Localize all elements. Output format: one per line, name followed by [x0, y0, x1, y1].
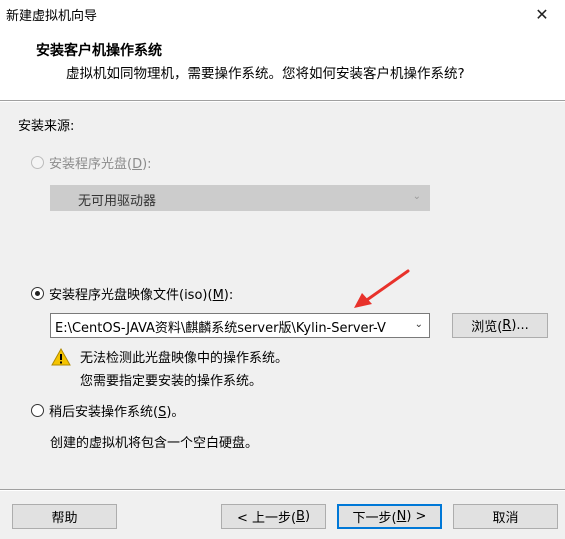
- chevron-down-icon: ⌄: [412, 191, 421, 202]
- page-subtitle: 虚拟机如同物理机，需要操作系统。您将如何安装客户机操作系统?: [66, 66, 465, 82]
- window-title: 新建虚拟机向导: [6, 9, 98, 24]
- install-source-label: 安装来源:: [18, 119, 75, 134]
- help-button[interactable]: 帮助: [12, 504, 117, 529]
- annotation-arrow-icon: [354, 269, 410, 308]
- page-title: 安装客户机操作系统: [36, 43, 162, 59]
- disc-radio[interactable]: [31, 156, 44, 169]
- later-option[interactable]: 稍后安装操作系统(S)。: [31, 401, 184, 420]
- later-radio[interactable]: [31, 404, 44, 417]
- wizard-header: 安装客户机操作系统 虚拟机如同物理机，需要操作系统。您将如何安装客户机操作系统?: [0, 28, 565, 100]
- iso-radio[interactable]: [31, 287, 44, 300]
- cancel-button[interactable]: 取消: [453, 504, 558, 529]
- disc-option[interactable]: 安装程序光盘(D):: [31, 153, 152, 172]
- iso-option-label: 安装程序光盘映像文件(iso)(M):: [49, 288, 234, 303]
- close-icon[interactable]: ✕: [519, 0, 565, 28]
- disc-option-label: 安装程序光盘(D):: [49, 157, 152, 172]
- chevron-down-icon[interactable]: ⌄: [415, 319, 423, 330]
- later-option-label: 稍后安装操作系统(S)。: [49, 405, 185, 420]
- iso-path-combo[interactable]: E:\CentOS-JAVA资料\麒麟系统server版\Kylin-Serve…: [50, 313, 430, 338]
- title-bar: 新建虚拟机向导 ✕: [0, 0, 565, 28]
- next-button[interactable]: 下一步(N) >: [337, 504, 442, 529]
- warning-line-1: 无法检测此光盘映像中的操作系统。: [80, 351, 289, 366]
- warning-icon: [51, 348, 71, 366]
- wizard-content: 安装来源: 安装程序光盘(D): 无可用驱动器 ⌄ 安装程序光盘映像文件(iso…: [0, 102, 565, 489]
- later-option-description: 创建的虚拟机将包含一个空白硬盘。: [50, 436, 259, 451]
- wizard-footer: 帮助 < 上一步(B) 下一步(N) > 取消: [0, 491, 565, 539]
- warning-line-2: 您需要指定要安装的操作系统。: [80, 374, 263, 389]
- back-button[interactable]: < 上一步(B): [221, 504, 326, 529]
- disc-drive-value: 无可用驱动器: [78, 194, 157, 209]
- browse-button[interactable]: 浏览(R)...: [452, 313, 548, 338]
- disc-drive-dropdown: 无可用驱动器 ⌄: [50, 185, 430, 211]
- iso-option[interactable]: 安装程序光盘映像文件(iso)(M):: [31, 284, 233, 303]
- iso-path-value[interactable]: E:\CentOS-JAVA资料\麒麟系统server版\Kylin-Serve…: [55, 317, 407, 336]
